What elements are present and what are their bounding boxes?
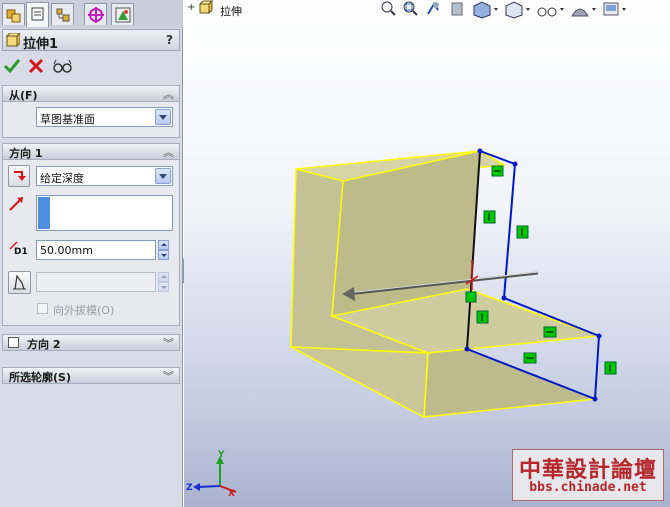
extrude-tree-icon[interactable]	[198, 0, 214, 15]
hide-show-icon[interactable]	[537, 7, 564, 17]
spin-down-icon[interactable]	[158, 250, 169, 260]
display-style-icon[interactable]	[505, 1, 530, 19]
triad-z-label: Z	[186, 483, 193, 493]
draft-outward-label: 向外拔模(O)	[53, 304, 115, 317]
configuration-manager-icon	[56, 8, 70, 22]
triad-x-label: X	[228, 489, 235, 499]
direction2-section-label: 方向 2	[27, 338, 61, 351]
property-manager-panel: 拉伸1 ? 从(F) ︽ 草图基准面 方向 1 ︽ 给定深度 D1 50.00m…	[0, 0, 183, 507]
collapse-chevron-icon: ︽	[163, 146, 174, 159]
selected-contours-section-header[interactable]: 所选轮廓(S) ︾	[2, 367, 180, 384]
from-section-body: 草图基准面	[2, 102, 180, 138]
reverse-direction-button[interactable]	[8, 165, 30, 187]
heads-up-toolbar	[381, 1, 626, 19]
appearance-icon[interactable]	[571, 8, 596, 17]
display-manager-icon	[115, 7, 131, 23]
direction2-checkbox[interactable]	[8, 337, 19, 348]
property-manager-icon	[31, 7, 44, 21]
tab-configuration-manager[interactable]	[51, 3, 74, 25]
feature-header: 拉伸1 ?	[2, 29, 180, 52]
selection-box-indicator	[38, 197, 50, 229]
expand-chevron-icon: ︾	[163, 370, 174, 383]
expand-chevron-icon: ︾	[163, 337, 174, 350]
extrude-feature-icon	[6, 33, 20, 47]
draft-icon	[13, 274, 26, 290]
base-front-face	[423, 348, 596, 418]
direction1-section-body: 给定深度 D1 50.00mm 向外拔模(O)	[2, 160, 180, 326]
zoom-area-icon[interactable]	[403, 1, 418, 16]
previous-view-icon[interactable]	[427, 2, 439, 15]
depth-value: 50.00mm	[40, 244, 93, 257]
depth-dimension-icon: D1	[7, 240, 31, 260]
draft-angle-input[interactable]	[36, 272, 156, 292]
base-left-face	[290, 346, 429, 419]
feature-title: 拉伸1	[23, 37, 59, 52]
preview-icon[interactable]	[52, 56, 72, 76]
tree-feature-label[interactable]: 拉伸	[220, 3, 242, 19]
reverse-direction-icon	[14, 171, 26, 181]
chevron-down-icon[interactable]	[155, 109, 171, 125]
zoom-to-fit-icon[interactable]	[381, 1, 396, 16]
spin-up-icon[interactable]	[158, 272, 169, 282]
tab-display-manager[interactable]	[111, 3, 134, 25]
direction1-section-label: 方向 1	[9, 147, 43, 160]
feature-manager-icon	[6, 9, 21, 23]
draft-angle-spinner[interactable]	[158, 272, 169, 292]
direction-reference-list[interactable]	[36, 195, 173, 231]
collapse-chevron-icon: ︽	[163, 88, 174, 101]
start-condition-select[interactable]: 草图基准面	[36, 107, 173, 127]
tab-feature-manager[interactable]	[2, 3, 25, 25]
depth-spinner[interactable]	[158, 240, 169, 260]
spin-up-icon[interactable]	[158, 240, 169, 250]
draft-outward-checkbox[interactable]	[37, 303, 48, 314]
triad-y-label: Y	[218, 450, 225, 460]
from-section-label: 从(F)	[9, 89, 38, 102]
direction1-section-header[interactable]: 方向 1 ︽	[2, 143, 180, 160]
end-condition-value: 给定深度	[40, 172, 84, 185]
help-button[interactable]: ?	[166, 33, 173, 47]
depth-input[interactable]: 50.00mm	[36, 240, 156, 260]
spin-down-icon[interactable]	[158, 282, 169, 292]
selected-contours-label: 所选轮廓(S)	[9, 371, 71, 384]
watermark-logo: 中華設計論壇 bbs.chinade.net	[512, 449, 664, 501]
ok-icon[interactable]	[2, 56, 22, 76]
tab-property-manager[interactable]	[26, 2, 49, 27]
chevron-down-icon[interactable]	[155, 168, 171, 184]
extrude-preview	[290, 148, 617, 419]
cancel-icon[interactable]	[26, 56, 46, 76]
view-orientation-icon[interactable]	[473, 1, 498, 19]
watermark-url: bbs.chinade.net	[529, 480, 647, 495]
direction-arrow-icon	[9, 197, 23, 211]
depth-label: D1	[14, 247, 28, 257]
model-canvas: +	[187, 0, 626, 493]
tab-dimxpert-manager[interactable]	[84, 3, 107, 25]
tree-expand-icon[interactable]: +	[187, 2, 195, 13]
coordinate-triad	[193, 456, 237, 493]
dimxpert-icon	[88, 7, 104, 23]
scene-icon[interactable]	[603, 2, 626, 16]
manager-tabs	[0, 0, 183, 28]
start-condition-value: 草图基准面	[40, 113, 95, 126]
section-view-icon[interactable]	[451, 2, 463, 16]
end-condition-select[interactable]: 给定深度	[36, 166, 173, 186]
from-section-header[interactable]: 从(F) ︽	[2, 85, 180, 102]
draft-toggle-button[interactable]	[8, 271, 31, 294]
graphics-viewport[interactable]: + 拉伸 Y Z X	[184, 0, 670, 507]
direction2-section-header[interactable]: 方向 2 ︾	[2, 334, 180, 351]
